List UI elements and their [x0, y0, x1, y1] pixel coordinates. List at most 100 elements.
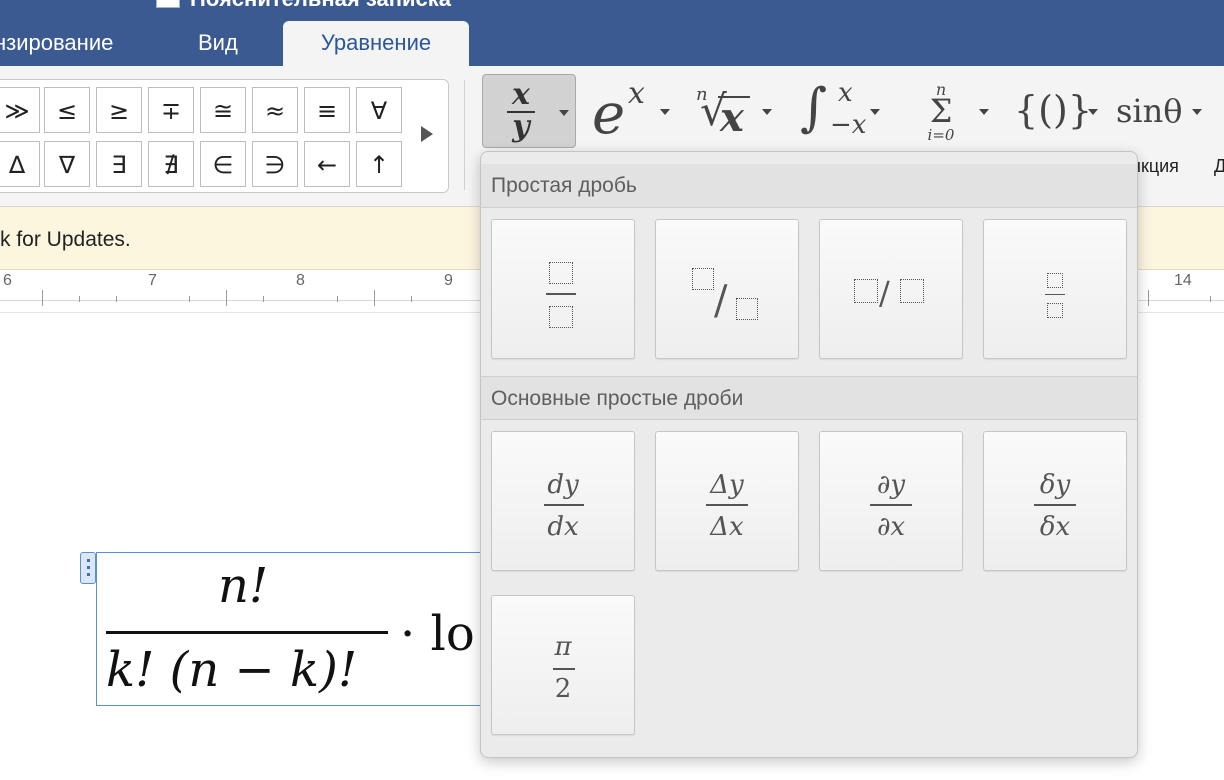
function-button[interactable]: sinθ [1116, 90, 1206, 136]
ruler-tick [1210, 296, 1211, 302]
gallery-next-icon[interactable] [421, 126, 433, 142]
symbol-exists[interactable]: ∃ [96, 141, 142, 187]
skewed-fraction-tile[interactable]: / [655, 219, 799, 359]
chevron-down-icon [1088, 109, 1098, 115]
symbol-greater-equal[interactable]: ≥ [96, 87, 142, 133]
symbol-nabla[interactable]: ∇ [44, 141, 90, 187]
ruler-tick [337, 296, 338, 302]
fraction-bar [546, 293, 576, 295]
fraction-den: dx [547, 512, 579, 542]
window-title: Пояснительная записка [190, 0, 451, 12]
denominator-placeholder-icon [736, 298, 758, 320]
small-fraction-tile[interactable] [983, 219, 1127, 359]
integral-button[interactable]: ∫ x −x [800, 76, 882, 146]
document-icon [156, 0, 180, 8]
symbol-left-arrow[interactable]: ← [304, 141, 350, 187]
ruler-label: 6 [3, 272, 12, 289]
symbol-identical[interactable]: ≡ [304, 87, 350, 133]
fraction-num: Δy [710, 470, 744, 500]
operator-sign: Σ [929, 92, 953, 130]
fraction-bar [553, 668, 575, 670]
fraction-bar [544, 504, 584, 506]
symbol-less-equal[interactable]: ≤ [44, 87, 90, 133]
ruler-tick [189, 296, 190, 302]
fraction-delta-tile[interactable]: Δy Δx [655, 431, 799, 571]
bracket-button[interactable]: {()} [1014, 84, 1100, 140]
fraction-num: x [512, 77, 530, 112]
integral-upper: x [838, 78, 853, 108]
fraction-num: dy [547, 470, 579, 500]
fraction-num: π [554, 632, 572, 662]
update-notification-text[interactable]: k for Updates. [0, 228, 131, 252]
fraction-bar [1034, 504, 1076, 506]
equation-handle-icon[interactable] [80, 552, 96, 584]
ribbon-divider [464, 80, 465, 190]
fraction-button[interactable]: x y [482, 74, 576, 148]
integral-sign: ∫ [800, 78, 828, 138]
radical-radicand: x [720, 94, 744, 141]
symbol-minus-plus[interactable]: ∓ [148, 87, 194, 133]
linear-fraction-tile[interactable]: / [819, 219, 963, 359]
handle-dot [87, 573, 90, 576]
script-button[interactable]: e x [592, 76, 674, 147]
radical-button[interactable]: n √ x [694, 80, 776, 146]
slash-separator: / [714, 278, 728, 324]
fraction-partial-tile[interactable]: ∂y ∂x [819, 431, 963, 571]
ruler-tick [79, 296, 80, 302]
symbol-approx[interactable]: ≈ [252, 87, 298, 133]
section-header-common-fractions: Основные простые дроби [481, 376, 1137, 420]
fraction-num: δy [1039, 470, 1071, 500]
script-sup: x [628, 76, 645, 111]
integral-lower: −x [830, 110, 867, 140]
equation-numerator: n! [218, 558, 269, 614]
section-header-fraction: Простая дробь [481, 164, 1137, 208]
symbol-not-exists[interactable]: ∄ [148, 141, 194, 187]
ruler-tick [226, 290, 227, 306]
fraction-den: Δx [710, 512, 744, 542]
fraction-bar [706, 504, 748, 506]
ruler-tick [263, 296, 264, 302]
numerator-placeholder-icon [1047, 273, 1063, 288]
tab-review[interactable]: нзирование [0, 28, 113, 66]
fraction-bar [870, 504, 912, 506]
stacked-fraction-tile[interactable] [491, 219, 635, 359]
numerator-placeholder-icon [692, 268, 714, 290]
fraction-den: y [512, 109, 530, 144]
fraction-dy-dx-tile[interactable]: dy dx [491, 431, 635, 571]
ruler-tick [411, 296, 412, 302]
symbol-increment[interactable]: ∆ [0, 141, 40, 187]
symbol-congruent[interactable]: ≅ [200, 87, 246, 133]
next-group-caption: Д [1214, 156, 1224, 176]
fraction-den: 2 [554, 674, 572, 704]
fraction-den: δx [1039, 512, 1071, 542]
fraction-den: ∂x [876, 512, 906, 542]
symbol-much-greater[interactable]: ≫ [0, 87, 40, 133]
slash-separator: / [879, 274, 890, 312]
ruler-tick [1148, 290, 1149, 306]
fraction-pi-over-2-tile[interactable]: π 2 [491, 595, 635, 735]
symbol-element-of[interactable]: ∈ [200, 141, 246, 187]
fraction-small-delta-tile[interactable]: δy δx [983, 431, 1127, 571]
denominator-placeholder-icon [1047, 303, 1063, 318]
symbol-up-arrow[interactable]: ↑ [356, 141, 402, 187]
fraction-dropdown: Простая дробь / / Основные простые дроби… [480, 151, 1138, 758]
tab-equation[interactable]: Уравнение [283, 21, 469, 66]
ruler-tick [42, 290, 43, 306]
chevron-down-icon [762, 109, 772, 115]
denominator-placeholder-icon [900, 279, 924, 303]
numerator-placeholder-icon [549, 262, 573, 284]
denominator-placeholder-icon [549, 306, 573, 328]
symbol-for-all[interactable]: ∀ [356, 87, 402, 133]
equation-tail: · lo [400, 606, 475, 662]
equation-fraction-bar [106, 631, 388, 634]
chevron-down-icon [870, 109, 880, 115]
large-operator-button[interactable]: n Σ i=0 [922, 80, 994, 146]
tab-view[interactable]: Вид [198, 28, 238, 66]
operator-lower: i=0 [927, 126, 955, 144]
symbol-contains[interactable]: ∋ [252, 141, 298, 187]
ruler-label: 14 [1174, 272, 1192, 289]
ruler-label: 9 [444, 272, 453, 289]
fraction-bar [1045, 294, 1065, 295]
ruler-tick [116, 296, 117, 302]
title-bar [0, 0, 1224, 66]
